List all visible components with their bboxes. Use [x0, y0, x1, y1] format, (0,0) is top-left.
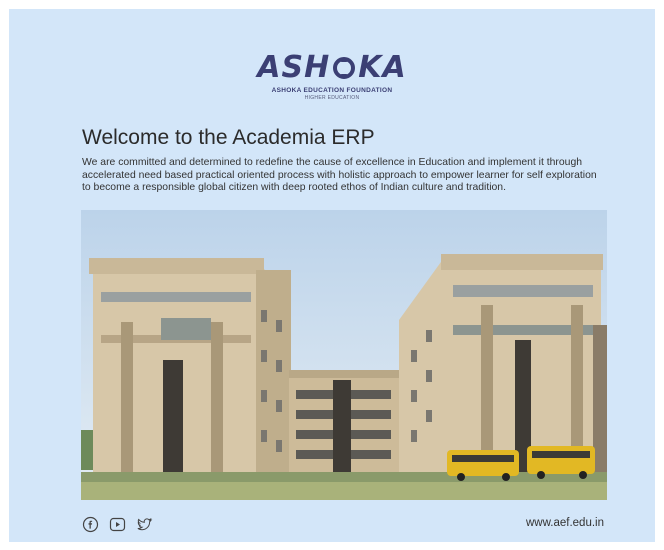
twitter-icon[interactable]	[136, 516, 153, 533]
ashoka-logo: ASH KA ASHOKA EDUCATION FOUNDATION HIGHE…	[9, 53, 655, 102]
login-info-panel: ASH KA ASHOKA EDUCATION FOUNDATION HIGHE…	[9, 9, 655, 542]
intro-paragraph: We are committed and determined to redef…	[82, 157, 597, 193]
foundation-name: ASHOKA EDUCATION FOUNDATION	[271, 87, 393, 94]
campus-building-illustration	[81, 210, 607, 500]
division-name: HIGHER EDUCATION	[304, 95, 360, 101]
logo-text-right: KA	[358, 50, 407, 85]
logo-text-left: ASH	[257, 50, 331, 85]
social-links	[82, 516, 153, 533]
campus-photo	[81, 210, 607, 500]
logo-wordmark: ASH KA	[257, 53, 406, 83]
page-title: Welcome to the Academia ERP	[82, 126, 375, 149]
website-link[interactable]: www.aef.edu.in	[526, 517, 604, 529]
facebook-icon[interactable]	[82, 516, 99, 533]
youtube-icon[interactable]	[109, 516, 126, 533]
logo-mark-icon	[333, 57, 356, 79]
